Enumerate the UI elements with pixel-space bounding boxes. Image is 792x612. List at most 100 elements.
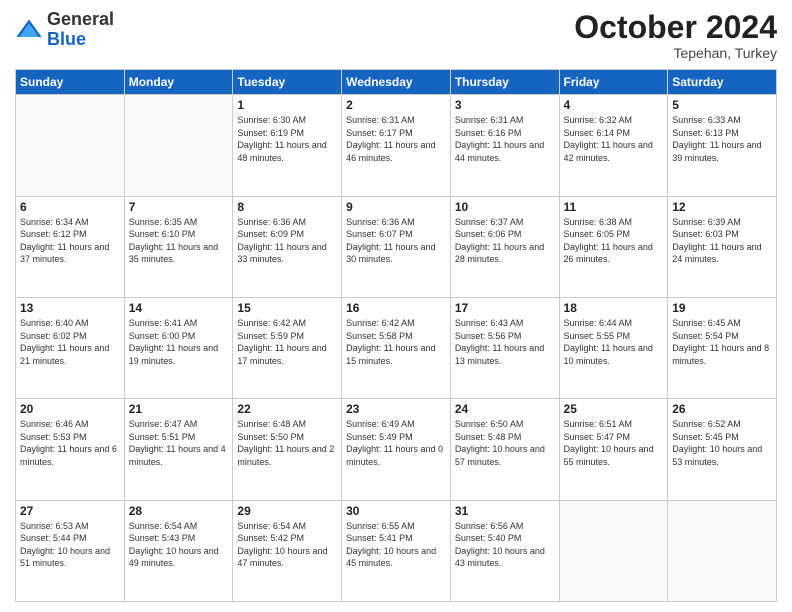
calendar-cell: 16 Sunrise: 6:42 AM Sunset: 5:58 PM Dayli… xyxy=(342,297,451,398)
day-detail: Sunrise: 6:48 AM Sunset: 5:50 PM Dayligh… xyxy=(237,418,337,468)
calendar-cell: 14 Sunrise: 6:41 AM Sunset: 6:00 PM Dayli… xyxy=(124,297,233,398)
calendar-cell: 3Sunrise: 6:31 AM Sunset: 6:16 PM Daylig… xyxy=(450,95,559,196)
weekday-header-saturday: Saturday xyxy=(668,70,777,95)
calendar-cell: 18Sunrise: 6:44 AM Sunset: 5:55 PM Dayli… xyxy=(559,297,668,398)
day-number: 27 xyxy=(20,504,120,518)
calendar-cell: 21 Sunrise: 6:47 AM Sunset: 5:51 PM Dayli… xyxy=(124,399,233,500)
day-detail: Sunrise: 6:41 AM Sunset: 6:00 PM Dayligh… xyxy=(129,317,229,367)
day-number: 8 xyxy=(237,200,337,214)
day-detail: Sunrise: 6:52 AM Sunset: 5:45 PM Dayligh… xyxy=(672,418,772,468)
calendar-cell: 9 Sunrise: 6:36 AM Sunset: 6:07 PM Daylig… xyxy=(342,196,451,297)
day-number: 17 xyxy=(455,301,555,315)
weekday-header-friday: Friday xyxy=(559,70,668,95)
calendar-cell: 1Sunrise: 6:30 AM Sunset: 6:19 PM Daylig… xyxy=(233,95,342,196)
calendar-cell: 25Sunrise: 6:51 AM Sunset: 5:47 PM Dayli… xyxy=(559,399,668,500)
weekday-header-row: SundayMondayTuesdayWednesdayThursdayFrid… xyxy=(16,70,777,95)
day-number: 30 xyxy=(346,504,446,518)
day-detail: Sunrise: 6:56 AM Sunset: 5:40 PM Dayligh… xyxy=(455,520,555,570)
day-number: 9 xyxy=(346,200,446,214)
day-detail: Sunrise: 6:43 AM Sunset: 5:56 PM Dayligh… xyxy=(455,317,555,367)
calendar-cell: 30Sunrise: 6:55 AM Sunset: 5:41 PM Dayli… xyxy=(342,500,451,601)
day-detail: Sunrise: 6:34 AM Sunset: 6:12 PM Dayligh… xyxy=(20,216,120,266)
month-title: October 2024 xyxy=(574,10,777,45)
day-detail: Sunrise: 6:31 AM Sunset: 6:17 PM Dayligh… xyxy=(346,114,446,164)
day-detail: Sunrise: 6:37 AM Sunset: 6:06 PM Dayligh… xyxy=(455,216,555,266)
day-number: 4 xyxy=(564,98,664,112)
calendar-body: 1Sunrise: 6:30 AM Sunset: 6:19 PM Daylig… xyxy=(16,95,777,602)
logo: General Blue xyxy=(15,10,114,50)
day-detail: Sunrise: 6:53 AM Sunset: 5:44 PM Dayligh… xyxy=(20,520,120,570)
day-detail: Sunrise: 6:46 AM Sunset: 5:53 PM Dayligh… xyxy=(20,418,120,468)
logo-blue: Blue xyxy=(47,29,86,49)
calendar-cell: 8 Sunrise: 6:36 AM Sunset: 6:09 PM Daylig… xyxy=(233,196,342,297)
calendar-week-2: 6 Sunrise: 6:34 AM Sunset: 6:12 PM Daylig… xyxy=(16,196,777,297)
weekday-header-tuesday: Tuesday xyxy=(233,70,342,95)
calendar-cell: 22 Sunrise: 6:48 AM Sunset: 5:50 PM Dayli… xyxy=(233,399,342,500)
calendar-cell: 28 Sunrise: 6:54 AM Sunset: 5:43 PM Dayli… xyxy=(124,500,233,601)
day-number: 25 xyxy=(564,402,664,416)
day-number: 11 xyxy=(564,200,664,214)
day-number: 19 xyxy=(672,301,772,315)
day-detail: Sunrise: 6:35 AM Sunset: 6:10 PM Dayligh… xyxy=(129,216,229,266)
day-number: 2 xyxy=(346,98,446,112)
header: General Blue October 2024 Tepehan, Turke… xyxy=(15,10,777,61)
calendar-cell: 29Sunrise: 6:54 AM Sunset: 5:42 PM Dayli… xyxy=(233,500,342,601)
day-number: 22 xyxy=(237,402,337,416)
day-number: 5 xyxy=(672,98,772,112)
day-number: 20 xyxy=(20,402,120,416)
day-number: 28 xyxy=(129,504,229,518)
logo-icon xyxy=(15,16,43,44)
day-detail: Sunrise: 6:42 AM Sunset: 5:58 PM Dayligh… xyxy=(346,317,446,367)
location-subtitle: Tepehan, Turkey xyxy=(574,45,777,61)
day-detail: Sunrise: 6:47 AM Sunset: 5:51 PM Dayligh… xyxy=(129,418,229,468)
calendar-cell: 15Sunrise: 6:42 AM Sunset: 5:59 PM Dayli… xyxy=(233,297,342,398)
weekday-header-monday: Monday xyxy=(124,70,233,95)
day-number: 21 xyxy=(129,402,229,416)
day-detail: Sunrise: 6:54 AM Sunset: 5:43 PM Dayligh… xyxy=(129,520,229,570)
day-number: 24 xyxy=(455,402,555,416)
calendar-cell: 2 Sunrise: 6:31 AM Sunset: 6:17 PM Daylig… xyxy=(342,95,451,196)
day-number: 14 xyxy=(129,301,229,315)
calendar-cell: 31 Sunrise: 6:56 AM Sunset: 5:40 PM Dayli… xyxy=(450,500,559,601)
calendar-week-4: 20 Sunrise: 6:46 AM Sunset: 5:53 PM Dayli… xyxy=(16,399,777,500)
calendar-cell: 6 Sunrise: 6:34 AM Sunset: 6:12 PM Daylig… xyxy=(16,196,125,297)
calendar-cell xyxy=(16,95,125,196)
calendar-cell: 19Sunrise: 6:45 AM Sunset: 5:54 PM Dayli… xyxy=(668,297,777,398)
day-number: 31 xyxy=(455,504,555,518)
day-number: 15 xyxy=(237,301,337,315)
weekday-header-thursday: Thursday xyxy=(450,70,559,95)
day-number: 16 xyxy=(346,301,446,315)
day-number: 23 xyxy=(346,402,446,416)
day-number: 3 xyxy=(455,98,555,112)
day-detail: Sunrise: 6:54 AM Sunset: 5:42 PM Dayligh… xyxy=(237,520,337,570)
calendar-cell: 17 Sunrise: 6:43 AM Sunset: 5:56 PM Dayli… xyxy=(450,297,559,398)
calendar-week-1: 1Sunrise: 6:30 AM Sunset: 6:19 PM Daylig… xyxy=(16,95,777,196)
day-number: 12 xyxy=(672,200,772,214)
page: General Blue October 2024 Tepehan, Turke… xyxy=(0,0,792,612)
calendar-cell: 24 Sunrise: 6:50 AM Sunset: 5:48 PM Dayli… xyxy=(450,399,559,500)
day-number: 26 xyxy=(672,402,772,416)
day-detail: Sunrise: 6:30 AM Sunset: 6:19 PM Dayligh… xyxy=(237,114,337,164)
calendar-week-5: 27 Sunrise: 6:53 AM Sunset: 5:44 PM Dayli… xyxy=(16,500,777,601)
calendar-cell: 7 Sunrise: 6:35 AM Sunset: 6:10 PM Daylig… xyxy=(124,196,233,297)
day-number: 7 xyxy=(129,200,229,214)
logo-text: General Blue xyxy=(47,10,114,50)
day-detail: Sunrise: 6:36 AM Sunset: 6:07 PM Dayligh… xyxy=(346,216,446,266)
day-detail: Sunrise: 6:38 AM Sunset: 6:05 PM Dayligh… xyxy=(564,216,664,266)
weekday-header-wednesday: Wednesday xyxy=(342,70,451,95)
logo-general: General xyxy=(47,9,114,29)
day-number: 6 xyxy=(20,200,120,214)
day-number: 10 xyxy=(455,200,555,214)
day-detail: Sunrise: 6:50 AM Sunset: 5:48 PM Dayligh… xyxy=(455,418,555,468)
calendar-cell: 4 Sunrise: 6:32 AM Sunset: 6:14 PM Daylig… xyxy=(559,95,668,196)
day-detail: Sunrise: 6:40 AM Sunset: 6:02 PM Dayligh… xyxy=(20,317,120,367)
weekday-header-sunday: Sunday xyxy=(16,70,125,95)
day-detail: Sunrise: 6:49 AM Sunset: 5:49 PM Dayligh… xyxy=(346,418,446,468)
calendar-cell: 26 Sunrise: 6:52 AM Sunset: 5:45 PM Dayli… xyxy=(668,399,777,500)
calendar-cell: 11 Sunrise: 6:38 AM Sunset: 6:05 PM Dayli… xyxy=(559,196,668,297)
calendar: SundayMondayTuesdayWednesdayThursdayFrid… xyxy=(15,69,777,602)
day-detail: Sunrise: 6:36 AM Sunset: 6:09 PM Dayligh… xyxy=(237,216,337,266)
day-number: 13 xyxy=(20,301,120,315)
day-detail: Sunrise: 6:32 AM Sunset: 6:14 PM Dayligh… xyxy=(564,114,664,164)
calendar-cell: 20 Sunrise: 6:46 AM Sunset: 5:53 PM Dayli… xyxy=(16,399,125,500)
